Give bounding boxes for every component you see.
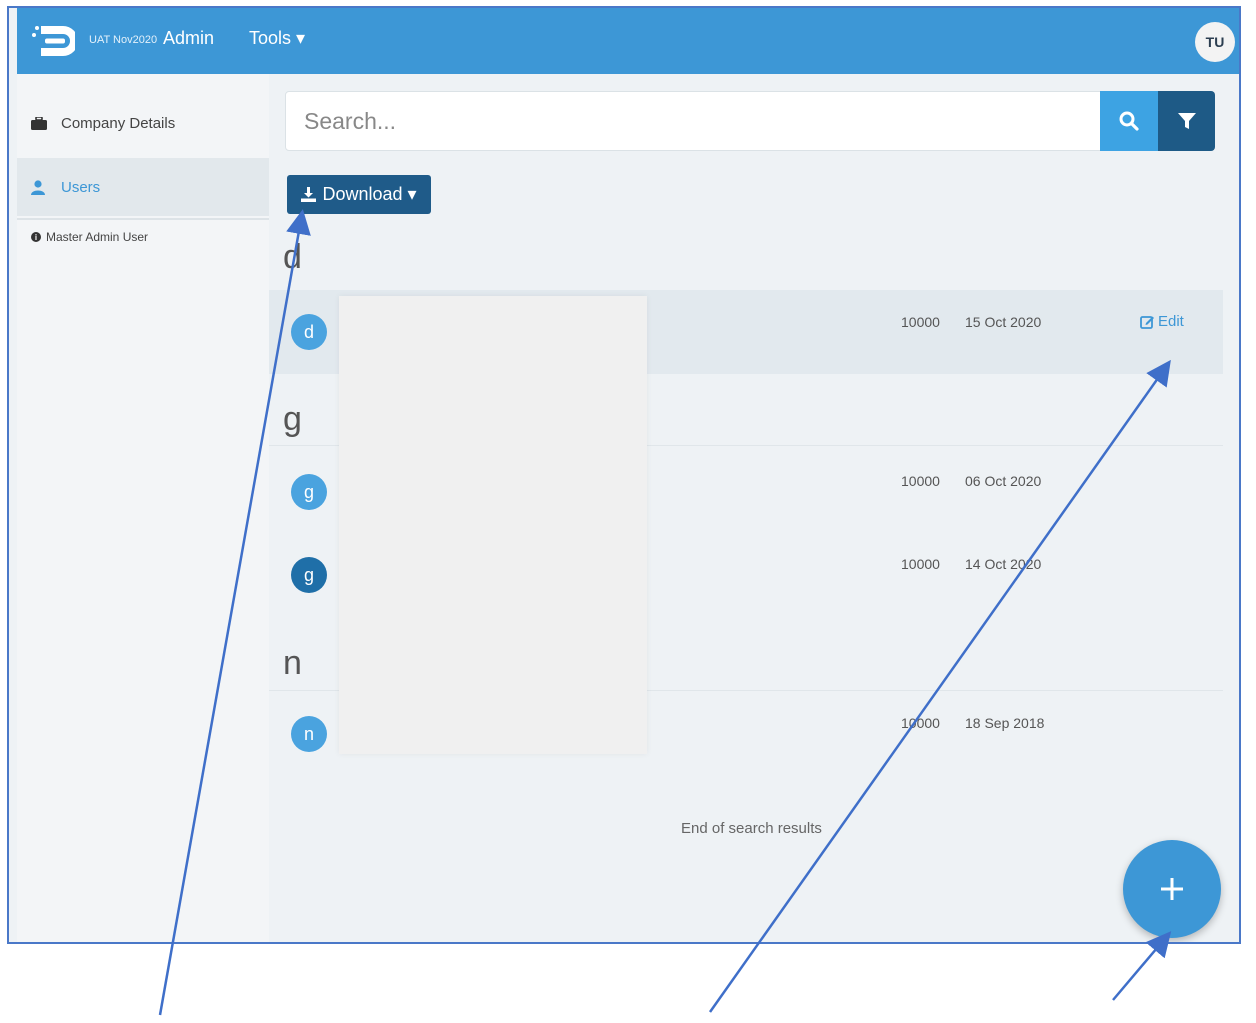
search-button[interactable] <box>1100 91 1158 151</box>
user-date: 15 Oct 2020 <box>965 314 1042 330</box>
filter-icon <box>1177 113 1196 129</box>
edit-button[interactable]: Edit <box>1140 313 1184 330</box>
user-count: 10000 <box>901 556 940 572</box>
app-name[interactable]: Admin <box>163 28 214 49</box>
sidebar: Company Details Users i Master Admin Use… <box>17 74 269 942</box>
search-bar <box>285 91 1215 151</box>
group-letter-n: n <box>283 644 302 682</box>
plus-icon <box>1161 878 1183 900</box>
user-icon <box>31 179 49 195</box>
top-navbar: UAT Nov2020 Admin Tools ▾ TU <box>17 8 1239 74</box>
user-avatar-initial: n <box>291 716 327 752</box>
user-avatar[interactable]: TU <box>1195 22 1235 62</box>
info-icon: i <box>31 232 41 242</box>
group-letter-g: g <box>283 400 302 438</box>
user-count: 10000 <box>901 473 940 489</box>
sidebar-item-label: Company Details <box>61 114 176 132</box>
user-date: 18 Sep 2018 <box>965 715 1045 731</box>
search-icon <box>1119 111 1139 131</box>
user-count: 10000 <box>901 715 940 731</box>
master-admin-info: i Master Admin User <box>31 230 148 244</box>
tools-menu[interactable]: Tools ▾ <box>249 28 305 49</box>
search-input[interactable] <box>286 92 1102 150</box>
add-user-button[interactable] <box>1123 840 1221 938</box>
app-logo[interactable] <box>31 24 75 58</box>
redacted-name-column <box>339 296 647 754</box>
user-count: 10000 <box>901 314 940 330</box>
app-window: UAT Nov2020 Admin Tools ▾ TU Company Det… <box>7 6 1241 944</box>
user-avatar-initial: d <box>291 314 327 350</box>
edit-icon <box>1140 315 1154 329</box>
user-avatar-initial: g <box>291 474 327 510</box>
sidebar-divider <box>17 218 269 220</box>
download-button[interactable]: Download ▾ <box>287 175 431 214</box>
edit-label: Edit <box>1158 313 1184 330</box>
user-avatar-initial: g <box>291 557 327 593</box>
download-icon <box>301 187 317 202</box>
end-of-results: End of search results <box>681 820 822 837</box>
group-letter-d: d <box>283 238 302 276</box>
master-admin-label: Master Admin User <box>46 230 149 244</box>
user-date: 14 Oct 2020 <box>965 556 1042 572</box>
sidebar-item-label: Users <box>61 178 101 196</box>
user-date: 06 Oct 2020 <box>965 473 1042 489</box>
sidebar-item-company-details[interactable]: Company Details <box>17 94 269 152</box>
filter-button[interactable] <box>1158 91 1215 151</box>
briefcase-icon <box>31 116 49 130</box>
download-label: Download ▾ <box>322 184 417 204</box>
sidebar-item-users[interactable]: Users <box>17 158 269 216</box>
environment-label: UAT Nov2020 <box>89 34 158 46</box>
arrow-to-add-button <box>1112 931 1172 1001</box>
